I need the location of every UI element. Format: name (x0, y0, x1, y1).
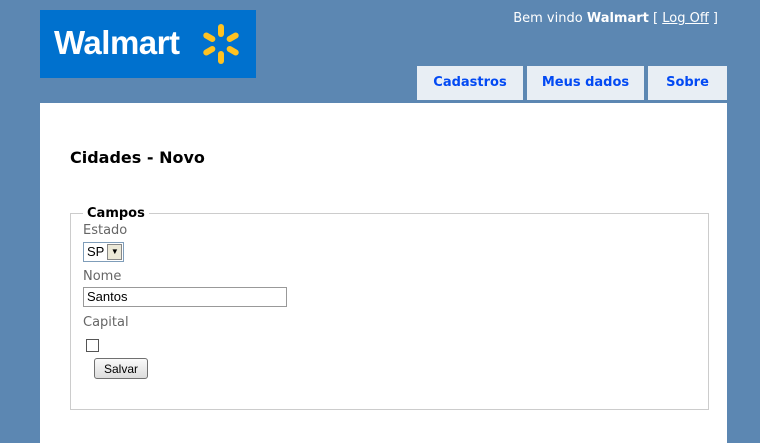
nome-label: Nome (83, 269, 122, 284)
save-button[interactable]: Salvar (94, 358, 149, 379)
tab-cadastros[interactable]: Cadastros (417, 66, 523, 100)
capital-label: Capital (83, 315, 129, 330)
logoff-link[interactable]: Log Off (662, 11, 709, 26)
tab-sobre[interactable]: Sobre (648, 66, 727, 100)
main-menu: Cadastros Meus dados Sobre (417, 66, 727, 100)
dropdown-arrow-icon[interactable]: ▼ (107, 243, 123, 260)
estado-value: SP (87, 244, 105, 259)
estado-label: Estado (83, 223, 128, 238)
nome-row: Santos (83, 287, 708, 313)
capital-checkbox[interactable] (86, 339, 99, 352)
estado-select[interactable]: SP ▼ (83, 241, 125, 262)
nome-input[interactable]: Santos (83, 287, 287, 307)
main-content: Cidades - Novo Campos Estado SP ▼ Nome S… (40, 103, 727, 443)
login-display: Bem vindo Walmart [ Log Off ] (513, 10, 718, 28)
tab-meus-dados[interactable]: Meus dados (527, 66, 644, 100)
capital-row (83, 339, 708, 352)
user-name: Walmart (586, 11, 649, 26)
walmart-logo: Walmart (40, 10, 256, 78)
fields-fieldset: Campos Estado SP ▼ Nome Santos Capital S… (70, 206, 709, 410)
page-title: Cidades - Novo (70, 148, 205, 167)
logo-text: Walmart (54, 24, 180, 61)
estado-row: SP ▼ (83, 241, 708, 267)
spark-icon (203, 24, 239, 64)
welcome-text: Bem vindo (513, 11, 583, 26)
bracket-close: ] (712, 11, 718, 26)
bracket-open: [ (653, 11, 659, 26)
fieldset-legend: Campos (87, 206, 145, 221)
